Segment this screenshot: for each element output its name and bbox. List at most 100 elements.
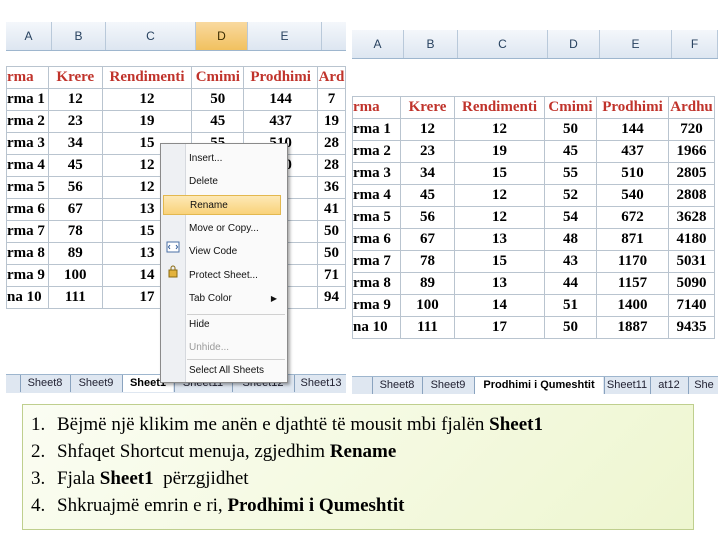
column-header-selected[interactable]: D <box>196 22 248 50</box>
table-cell[interactable]: 51 <box>544 294 597 317</box>
column-header-cell[interactable]: rma <box>352 96 401 119</box>
table-cell[interactable]: 144 <box>596 118 669 141</box>
table-cell[interactable]: 45 <box>47 154 103 177</box>
table-cell[interactable]: 78 <box>47 220 103 243</box>
table-cell[interactable]: 89 <box>47 242 103 265</box>
table-cell[interactable]: 1887 <box>596 316 669 339</box>
table-cell[interactable]: 12 <box>454 206 545 229</box>
table-cell[interactable]: 50 <box>544 118 597 141</box>
table-cell[interactable]: 100 <box>400 294 455 317</box>
table-cell[interactable]: 15 <box>454 250 545 273</box>
table-cell[interactable]: 56 <box>47 176 103 199</box>
column-header-cell[interactable]: Ard <box>316 66 346 89</box>
table-cell[interactable]: 5031 <box>668 250 715 273</box>
table-cell[interactable]: 12 <box>400 118 455 141</box>
table-cell[interactable]: 34 <box>400 162 455 185</box>
sheet-tab[interactable]: Sheet8 <box>20 375 69 392</box>
column-header-cell[interactable]: Rendimenti <box>101 66 193 89</box>
column-header[interactable]: A <box>6 22 52 50</box>
table-cell[interactable]: 540 <box>596 184 669 207</box>
menu-item-view-code[interactable]: View Code <box>189 242 283 262</box>
table-cell[interactable]: 54 <box>544 206 597 229</box>
table-cell[interactable]: 437 <box>243 110 318 133</box>
table-cell[interactable]: 111 <box>47 286 103 309</box>
menu-item-move-or-copy[interactable]: Move or Copy... <box>189 219 283 239</box>
table-cell[interactable]: 12 <box>101 88 193 111</box>
column-header-cell[interactable]: Prodhimi <box>243 66 318 89</box>
column-header-cell[interactable]: rma <box>6 66 49 89</box>
column-header-cell[interactable]: Krere <box>47 66 103 89</box>
table-cell[interactable]: 19 <box>454 140 545 163</box>
table-cell[interactable]: 28 <box>316 154 346 177</box>
sheet-tab[interactable]: Sheet9 <box>422 377 473 394</box>
table-cell[interactable]: 1157 <box>596 272 669 295</box>
table-cell[interactable]: 672 <box>596 206 669 229</box>
table-cell[interactable]: 12 <box>454 118 545 141</box>
table-cell[interactable]: 871 <box>596 228 669 251</box>
table-cell[interactable]: 510 <box>596 162 669 185</box>
menu-item-delete[interactable]: Delete <box>189 172 283 192</box>
menu-item-insert[interactable]: Insert... <box>189 149 283 169</box>
table-cell[interactable]: 19 <box>101 110 193 133</box>
table-cell[interactable]: 50 <box>191 88 245 111</box>
table-cell[interactable]: 55 <box>544 162 597 185</box>
menu-item-hide[interactable]: Hide <box>189 315 283 335</box>
sheet-tab[interactable]: at12 <box>650 377 687 394</box>
table-cell[interactable]: rma 2 <box>352 140 401 163</box>
sheet-tab-renamed[interactable]: Prodhimi i Qumeshtit <box>474 377 603 394</box>
table-cell[interactable]: 17 <box>454 316 545 339</box>
table-cell[interactable]: 48 <box>544 228 597 251</box>
table-cell[interactable]: 28 <box>316 132 346 155</box>
table-cell[interactable]: 3628 <box>668 206 715 229</box>
table-cell[interactable]: 7140 <box>668 294 715 317</box>
table-cell[interactable]: 23 <box>400 140 455 163</box>
table-cell[interactable]: rma 5 <box>6 176 49 199</box>
column-header[interactable]: E <box>248 22 322 50</box>
column-header[interactable]: D <box>548 30 600 58</box>
table-cell[interactable]: 19 <box>316 110 346 133</box>
table-cell[interactable]: 44 <box>544 272 597 295</box>
table-cell[interactable]: 13 <box>454 272 545 295</box>
table-cell[interactable]: 111 <box>400 316 455 339</box>
column-header-cell[interactable]: Krere <box>400 96 455 119</box>
sheet-tab[interactable]: Sheet9 <box>70 375 121 392</box>
table-cell[interactable]: 45 <box>191 110 245 133</box>
column-header-cell[interactable]: Cmimi <box>191 66 245 89</box>
table-cell[interactable]: rma 1 <box>6 88 49 111</box>
table-cell[interactable]: rma 4 <box>6 154 49 177</box>
table-cell[interactable]: 9435 <box>668 316 715 339</box>
table-cell[interactable]: rma 2 <box>6 110 49 133</box>
table-cell[interactable]: 36 <box>316 176 346 199</box>
table-cell[interactable]: 2808 <box>668 184 715 207</box>
table-cell[interactable]: 50 <box>544 316 597 339</box>
table-cell[interactable]: 50 <box>316 220 346 243</box>
table-cell[interactable]: rma 1 <box>352 118 401 141</box>
column-header-cell[interactable]: Rendimenti <box>454 96 545 119</box>
table-cell[interactable]: 56 <box>400 206 455 229</box>
table-cell[interactable]: rma 5 <box>352 206 401 229</box>
column-header[interactable]: A <box>352 30 404 58</box>
table-cell[interactable]: rma 7 <box>352 250 401 273</box>
table-cell[interactable]: rma 9 <box>352 294 401 317</box>
table-cell[interactable]: rma 8 <box>352 272 401 295</box>
table-cell[interactable]: rma 9 <box>6 264 49 287</box>
table-cell[interactable]: 12 <box>47 88 103 111</box>
table-cell[interactable]: 67 <box>47 198 103 221</box>
table-cell[interactable]: 437 <box>596 140 669 163</box>
table-cell[interactable]: 50 <box>316 242 346 265</box>
table-cell[interactable]: 14 <box>454 294 545 317</box>
sheet-tab[interactable]: She <box>688 377 718 394</box>
table-cell[interactable]: rma 7 <box>6 220 49 243</box>
table-cell[interactable]: 52 <box>544 184 597 207</box>
table-cell[interactable]: na 10 <box>352 316 401 339</box>
column-header[interactable]: B <box>52 22 106 50</box>
column-header[interactable]: E <box>600 30 672 58</box>
table-cell[interactable]: 41 <box>316 198 346 221</box>
column-header-cell[interactable]: Ardhu <box>668 96 715 119</box>
table-cell[interactable]: 720 <box>668 118 715 141</box>
sheet-tab[interactable]: Sheet13 <box>294 375 346 392</box>
table-cell[interactable]: 67 <box>400 228 455 251</box>
column-header[interactable]: C <box>458 30 548 58</box>
sheet-tab[interactable]: Sheet8 <box>372 377 421 394</box>
table-cell[interactable]: 34 <box>47 132 103 155</box>
